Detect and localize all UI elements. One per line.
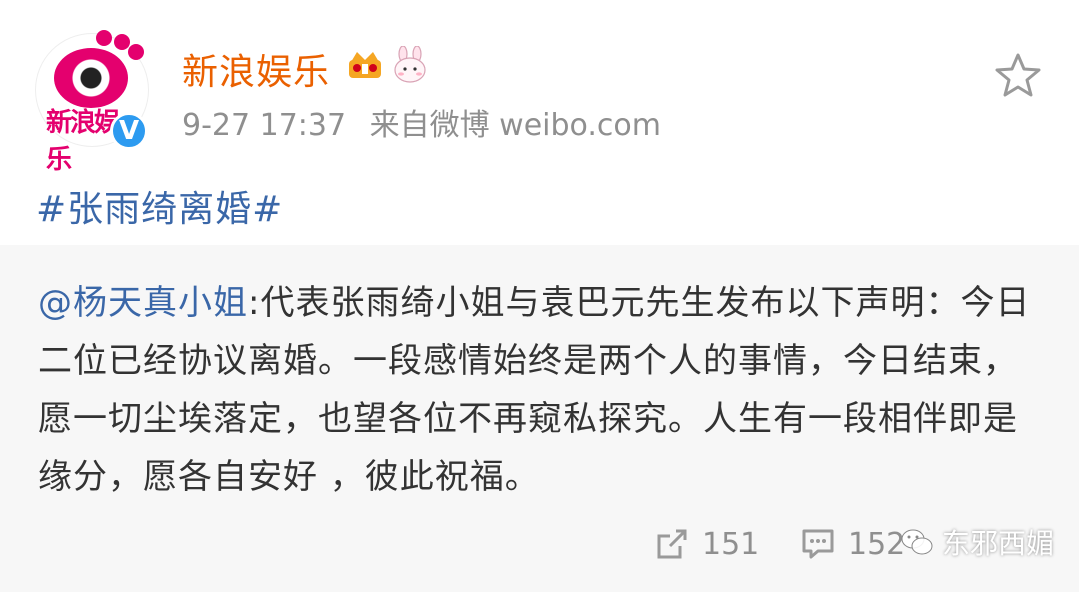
mention-link[interactable]: @杨天真小姐 bbox=[38, 283, 248, 323]
avatar-horn bbox=[114, 34, 130, 50]
star-outline-icon[interactable] bbox=[994, 52, 1042, 98]
bunny-badge-icon bbox=[394, 46, 426, 83]
avatar-eye-logo bbox=[54, 48, 128, 108]
wechat-icon bbox=[901, 529, 933, 555]
avatar-horn bbox=[96, 30, 112, 46]
post-source[interactable]: 来自微博 weibo.com bbox=[370, 108, 661, 143]
watermark: 东邪西媚 bbox=[900, 522, 1054, 562]
crown-badge-icon bbox=[349, 52, 381, 78]
verified-badge-icon: V bbox=[110, 112, 148, 150]
repost-button[interactable]: 151 bbox=[654, 522, 759, 566]
hashtag-link[interactable]: #张雨绮离婚# bbox=[36, 180, 283, 232]
repost-count: 151 bbox=[702, 526, 760, 562]
repost-icon bbox=[657, 529, 687, 559]
post-meta: 9-27 17:37 来自微博 weibo.com bbox=[182, 100, 661, 144]
avatar-horn bbox=[128, 44, 144, 60]
comment-count: 152 bbox=[848, 526, 906, 562]
repost-text: @杨天真小姐:代表张雨绮小姐与袁巴元先生发布以下声明：今日二位已经协议离婚。一段… bbox=[38, 274, 1048, 506]
watermark-text: 东邪西媚 bbox=[942, 527, 1055, 560]
comment-icon bbox=[802, 529, 834, 559]
weibo-post: 新浪娱乐 V 新浪娱乐 9-27 17:37 来自微博 weibo.com #张… bbox=[0, 0, 1079, 592]
post-timestamp: 9-27 17:37 bbox=[182, 108, 347, 143]
author-name[interactable]: 新浪娱乐 bbox=[182, 43, 330, 95]
comment-button[interactable]: 152 bbox=[800, 522, 905, 566]
